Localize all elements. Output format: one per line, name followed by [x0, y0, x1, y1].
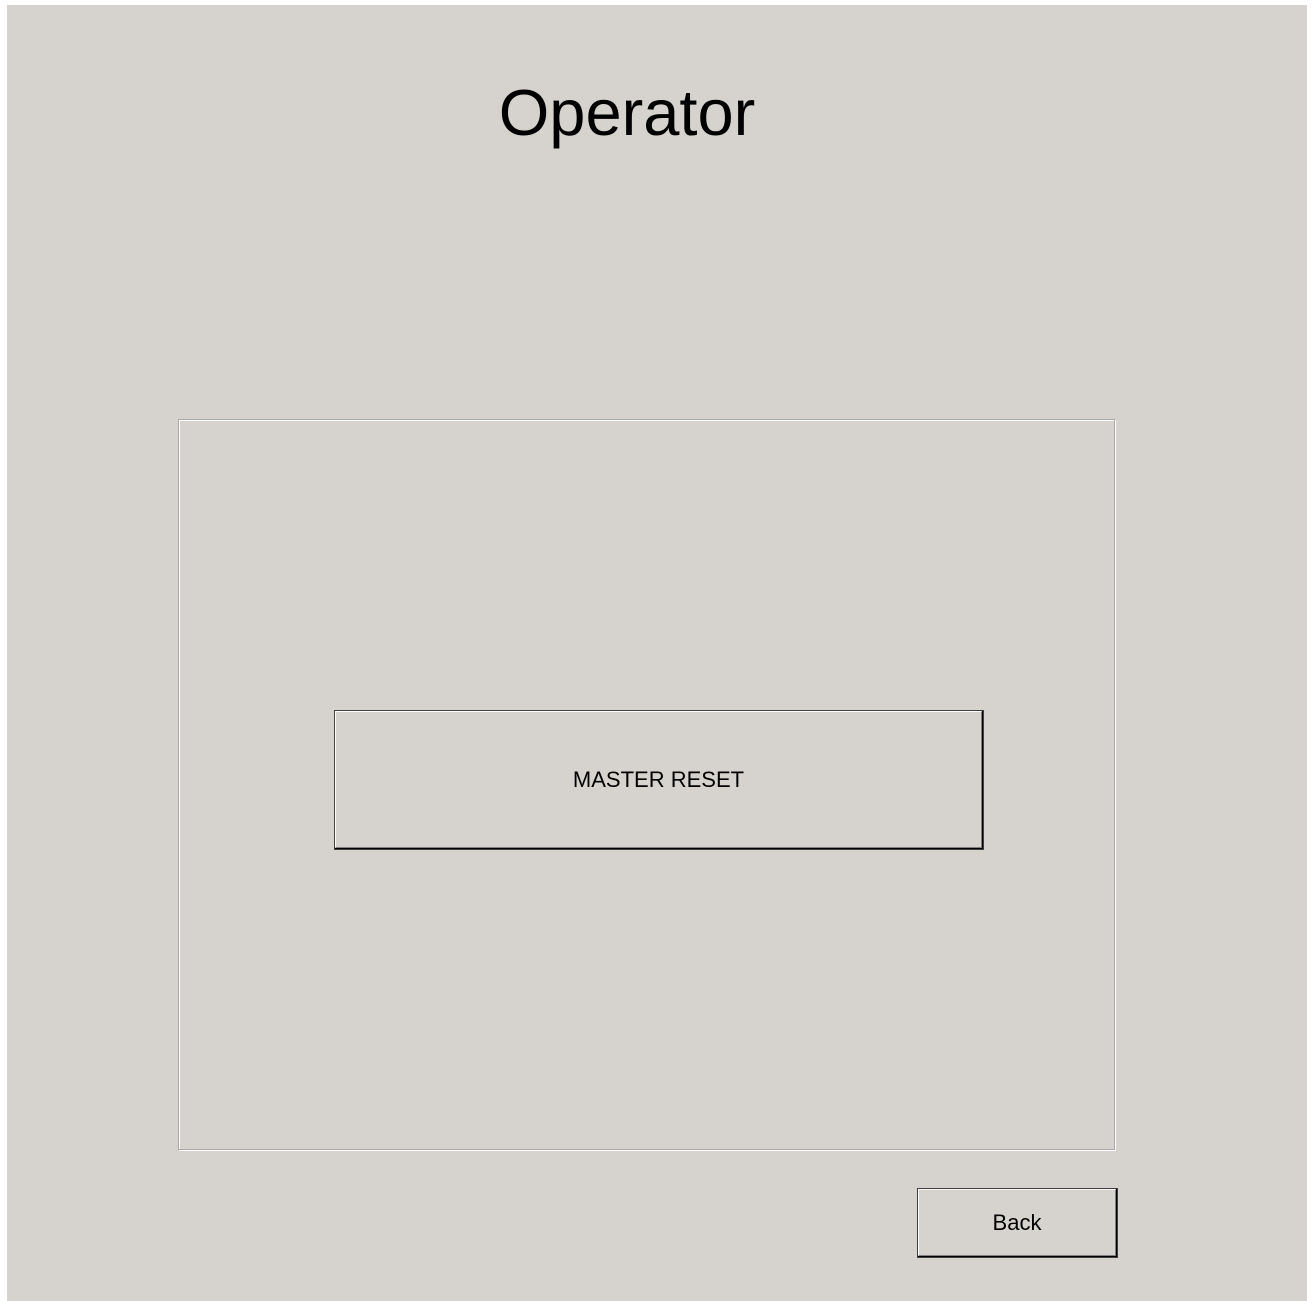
- back-button[interactable]: Back: [917, 1188, 1118, 1258]
- back-label: Back: [992, 1209, 1042, 1235]
- operator-screen: Operator MASTER RESET Back: [7, 5, 1307, 1301]
- page-title: Operator: [498, 76, 756, 149]
- master-reset-label: MASTER RESET: [572, 766, 745, 792]
- master-reset-button[interactable]: MASTER RESET: [334, 710, 984, 850]
